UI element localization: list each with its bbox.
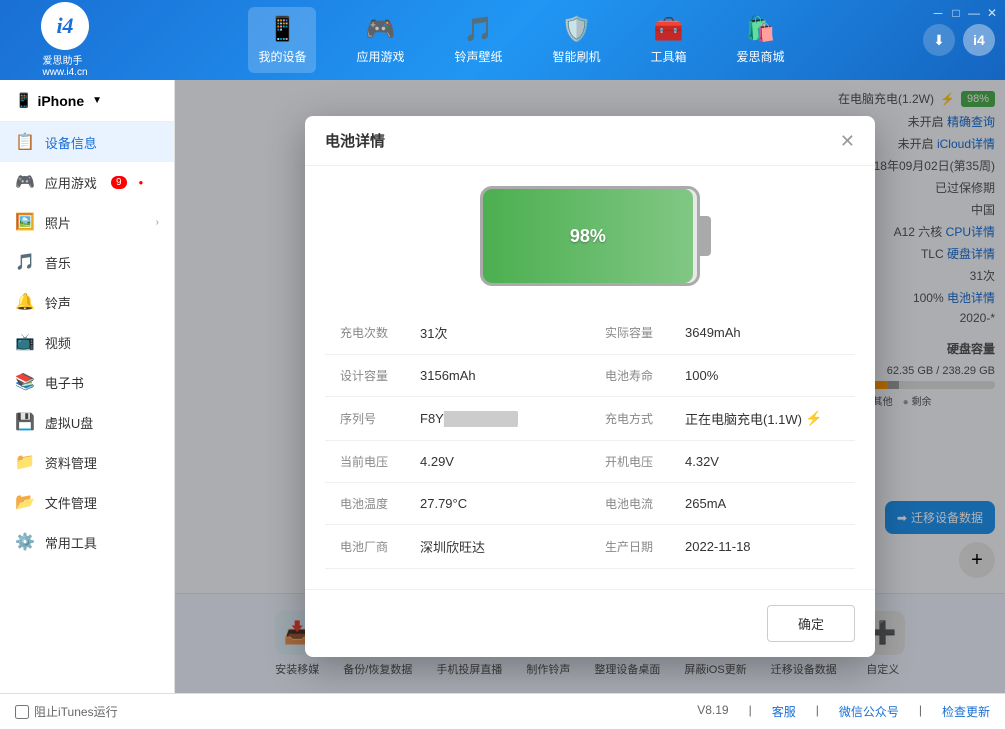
tools-icon: ⚙️ [15,532,35,552]
version-label: V8.19 [697,703,728,720]
chevron-down-icon: ▼ [92,95,102,106]
apps-icon: 🎮 [366,15,396,44]
modal-title: 电池详情 [325,130,385,151]
battery-visual: 98% [325,186,855,286]
sidebar-item-files[interactable]: 📂 文件管理 [0,482,174,522]
download-button[interactable]: ⬇ [923,24,955,56]
ringtone-icon: 🔔 [15,292,35,312]
nav-item-apps[interactable]: 🎮 应用游戏 [346,7,414,73]
battery-terminal [699,216,711,256]
maximize-button[interactable]: □ [949,6,963,20]
battery-temp-field: 电池温度 27.79°C [325,483,590,525]
sidebar-item-udisk[interactable]: 💾 虚拟U盘 [0,402,174,442]
confirm-button[interactable]: 确定 [767,605,855,642]
logo-icon: i4 [41,2,89,50]
apps-badge-dot: ● [139,178,144,187]
window-controls: － □ — ✕ [931,6,999,20]
divider2: | [816,703,819,720]
sidebar-item-music[interactable]: 🎵 音乐 [0,242,174,282]
boot-voltage-field: 开机电压 4.32V [590,441,855,483]
sidebar-item-ringtone[interactable]: 🔔 铃声 [0,282,174,322]
statusbar-right: V8.19 | 客服 | 微信公众号 | 检查更新 [697,703,990,720]
battery-info-grid: 充电次数 31次 实际容量 3649mAh 设计容量 3156mAh [325,311,855,569]
itunes-control: 阻止iTunes运行 [15,703,118,720]
logo-text: 爱思助手www.i4.cn [42,52,87,78]
itunes-checkbox[interactable] [15,705,29,719]
sidebar-item-tools[interactable]: ⚙️ 常用工具 [0,522,174,562]
sidebar-item-apps[interactable]: 🎮 应用游戏 9 ● [0,162,174,202]
app-header: i4 爱思助手www.i4.cn 📱 我的设备 🎮 应用游戏 🎵 铃声壁纸 🛡️… [0,0,1005,80]
toolbox-icon: 🧰 [654,15,684,44]
itunes-label: 阻止iTunes运行 [34,703,118,720]
sidebar-item-device-info[interactable]: 📋 设备信息 [0,122,174,162]
device-info-icon: 📋 [15,132,35,152]
close-button[interactable]: ✕ [985,6,999,20]
minimize-button[interactable]: － [931,6,945,20]
video-icon: 📺 [15,332,35,352]
status-bar: 阻止iTunes运行 V8.19 | 客服 | 微信公众号 | 检查更新 [0,693,1005,729]
ebook-icon: 📚 [15,372,35,392]
music-icon: 🎵 [15,252,35,272]
current-voltage-field: 当前电压 4.29V [325,441,590,483]
battery-current-field: 电池电流 265mA [590,483,855,525]
nav-item-toolbox[interactable]: 🧰 工具箱 [641,7,697,73]
service-link[interactable]: 客服 [772,703,796,720]
battery-health-field: 电池寿命 100% [590,355,855,397]
divider1: | [749,703,752,720]
photos-icon: 🖼️ [15,212,35,232]
device-selector[interactable]: 📱 iPhone ▼ [0,80,174,122]
content-area: 在电脑充电(1.2W) ⚡ 98% 未开启 精确查询 未开启 iCloud详情 … [175,80,1005,693]
app-logo: i4 爱思助手www.i4.cn [10,2,120,78]
restore-button[interactable]: — [967,6,981,20]
iphone-icon: 📱 [15,92,32,109]
wechat-link[interactable]: 微信公众号 [839,703,899,720]
main-layout: 📱 iPhone ▼ 📋 设备信息 🎮 应用游戏 9 ● 🖼️ 照片 › 🎵 音… [0,80,1005,693]
device-icon: 📱 [268,15,298,44]
production-date-field: 生产日期 2022-11-18 [590,525,855,569]
sidebar-item-data[interactable]: 📁 资料管理 [0,442,174,482]
nav-bar: 📱 我的设备 🎮 应用游戏 🎵 铃声壁纸 🛡️ 智能刷机 🧰 工具箱 🛍️ 爱思… [120,7,923,73]
nav-item-my-device[interactable]: 📱 我的设备 [248,7,316,73]
files-icon: 📂 [15,492,35,512]
data-icon: 📁 [15,452,35,472]
modal-close-button[interactable]: ✕ [840,132,855,150]
charge-lightning-icon: ⚡ [805,410,822,427]
battery-outer: 98% [480,186,700,286]
apps-badge: 9 [111,176,127,189]
battery-vendor-field: 电池厂商 深圳欣旺达 [325,525,590,569]
battery-percent-text: 98% [570,226,606,247]
modal-header: 电池详情 ✕ [305,116,875,166]
battery-fill: 98% [483,189,693,283]
udisk-icon: 💾 [15,412,35,432]
store-icon: 🛍️ [746,15,776,44]
photos-arrow-icon: › [156,217,159,228]
sidebar-item-ebook[interactable]: 📚 电子书 [0,362,174,402]
nav-item-store[interactable]: 🛍️ 爱思商城 [727,7,795,73]
modal-overlay: 电池详情 ✕ 98% [175,80,1005,693]
modal-footer: 确定 [305,589,875,657]
sidebar-item-video[interactable]: 📺 视频 [0,322,174,362]
actual-capacity-field: 实际容量 3649mAh [590,311,855,355]
charge-method-field: 充电方式 正在电脑充电(1.1W) ⚡ [590,397,855,441]
user-button[interactable]: i4 [963,24,995,56]
serial-number-field: 序列号 F8Y████████ [325,397,590,441]
update-link[interactable]: 检查更新 [942,703,990,720]
apps-sidebar-icon: 🎮 [15,172,35,192]
modal-body: 98% 充电次数 31次 实际容量 [305,166,875,589]
header-actions: ⬇ i4 [923,24,995,56]
sidebar-item-photos[interactable]: 🖼️ 照片 › [0,202,174,242]
design-capacity-field: 设计容量 3156mAh [325,355,590,397]
ringtones-icon: 🎵 [464,15,494,44]
nav-item-flash[interactable]: 🛡️ 智能刷机 [543,7,611,73]
charge-count-field: 充电次数 31次 [325,311,590,355]
sidebar: 📱 iPhone ▼ 📋 设备信息 🎮 应用游戏 9 ● 🖼️ 照片 › 🎵 音… [0,80,175,693]
flash-icon: 🛡️ [562,15,592,44]
nav-item-ringtones[interactable]: 🎵 铃声壁纸 [444,7,512,73]
battery-detail-modal: 电池详情 ✕ 98% [305,116,875,657]
divider3: | [919,703,922,720]
